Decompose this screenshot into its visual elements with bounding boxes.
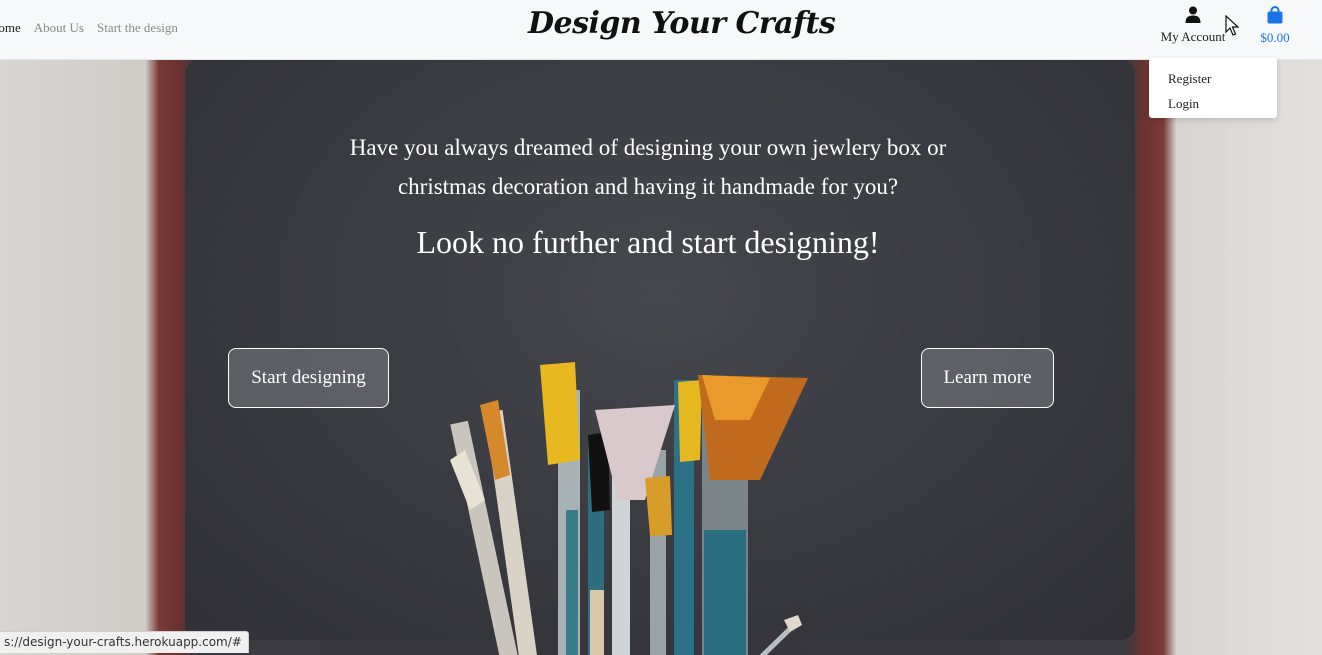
hero-text: Have you always dreamed of designing you… bbox=[0, 128, 1296, 261]
my-account-label: My Account bbox=[1160, 29, 1226, 44]
site-header: Home About Us Start the design Design Yo… bbox=[0, 0, 1322, 60]
main-nav: Home About Us Start the design bbox=[0, 20, 178, 36]
browser-status-url: s://design-your-crafts.herokuapp.com/# bbox=[0, 631, 249, 653]
mouse-cursor-icon bbox=[1225, 14, 1240, 41]
user-icon bbox=[1158, 6, 1228, 27]
shopping-bag-icon bbox=[1254, 6, 1296, 28]
login-menu-item[interactable]: Login bbox=[1168, 91, 1277, 116]
learn-more-button[interactable]: Learn more bbox=[921, 348, 1054, 408]
brand-logo[interactable]: Design Your Crafts bbox=[528, 6, 836, 41]
my-account-button[interactable]: My Account bbox=[1158, 6, 1228, 45]
nav-home-link[interactable]: Home bbox=[0, 20, 21, 36]
hero-headline: Look no further and start designing! bbox=[416, 224, 880, 260]
register-menu-item[interactable]: Register bbox=[1168, 66, 1277, 91]
start-designing-button[interactable]: Start designing bbox=[228, 348, 389, 408]
account-dropdown-menu: Register Login bbox=[1149, 58, 1277, 118]
hero-lead-line-2: christmas decoration and having it handm… bbox=[397, 174, 899, 199]
bag-total: $0.00 bbox=[1260, 30, 1290, 45]
shopping-bag-button[interactable]: $0.00 bbox=[1254, 6, 1296, 46]
hero-section: Have you always dreamed of designing you… bbox=[0, 60, 1322, 655]
paint-brushes-image bbox=[450, 362, 808, 655]
nav-about-link[interactable]: About Us bbox=[34, 20, 84, 36]
nav-start-design-link[interactable]: Start the design bbox=[97, 20, 178, 36]
hero-lead-line-1: Have you always dreamed of designing you… bbox=[349, 135, 947, 160]
